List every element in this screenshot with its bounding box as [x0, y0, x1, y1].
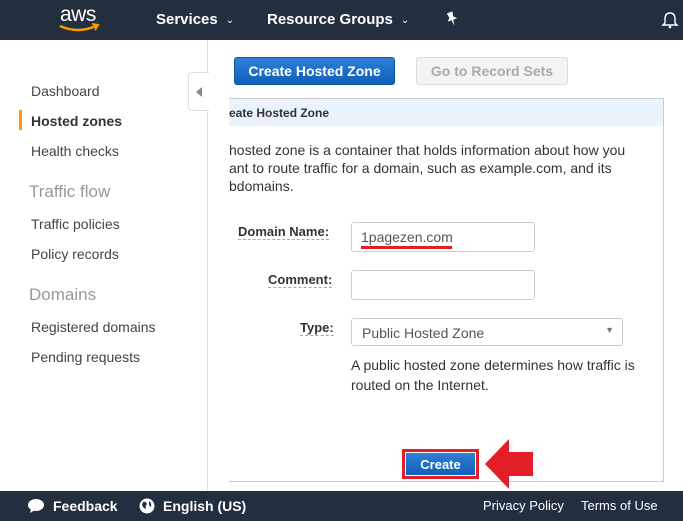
services-label: Services: [156, 11, 218, 28]
description-line: hosted zone is a container that holds in…: [229, 142, 626, 158]
sidebar-heading-domains: Domains: [29, 285, 97, 304]
type-label: Type:: [300, 320, 334, 336]
sidebar-item-traffic-policies[interactable]: Traffic policies: [31, 216, 120, 232]
footer: Feedback English (US) Privacy Policy Ter…: [0, 491, 683, 521]
go-to-record-sets-button: Go to Record Sets: [416, 57, 568, 85]
annotation-underline: [361, 246, 452, 249]
sidebar: [0, 40, 208, 491]
language-selector[interactable]: English (US): [139, 498, 246, 514]
collapse-sidebar-button[interactable]: [188, 72, 209, 111]
type-select[interactable]: Public Hosted Zone ▼: [351, 318, 623, 346]
create-hosted-zone-button[interactable]: Create Hosted Zone: [234, 57, 395, 85]
type-help-text: A public hosted zone determines how traf…: [351, 357, 635, 393]
terms-of-use-link[interactable]: Terms of Use: [581, 498, 658, 513]
language-label: English (US): [163, 498, 247, 514]
dropdown-caret-icon: ▼: [605, 325, 614, 335]
description-line: bdomains.: [229, 178, 294, 194]
sidebar-item-pending-requests[interactable]: Pending requests: [31, 349, 140, 365]
feedback-link[interactable]: Feedback: [27, 498, 118, 514]
type-select-value: Public Hosted Zone: [362, 325, 485, 341]
services-menu[interactable]: Services ⌄: [156, 11, 234, 28]
speech-bubble-icon: [28, 499, 44, 513]
sidebar-item-policy-records[interactable]: Policy records: [31, 246, 119, 262]
top-navigation-bar: aws Services ⌄ Resource Groups ⌄: [0, 0, 683, 40]
sidebar-heading-traffic-flow: Traffic flow: [29, 182, 111, 201]
chevron-down-icon: ⌄: [225, 15, 235, 26]
resource-groups-menu[interactable]: Resource Groups ⌄: [267, 11, 409, 28]
create-button[interactable]: Create: [402, 449, 479, 479]
aws-smile-icon: [59, 23, 100, 32]
comment-label: Comment:: [268, 272, 333, 288]
domain-name-label: Domain Name:: [238, 224, 330, 240]
sidebar-item-health-checks[interactable]: Health checks: [31, 143, 119, 159]
pin-icon[interactable]: [445, 11, 459, 32]
globe-icon: [139, 498, 155, 514]
resource-groups-label: Resource Groups: [267, 11, 393, 28]
sidebar-item-hosted-zones[interactable]: Hosted zones: [31, 113, 122, 129]
description-line: ant to route traffic for a domain, such …: [229, 160, 612, 176]
aws-logo[interactable]: aws: [58, 3, 102, 35]
create-button-label: Create: [406, 453, 475, 475]
bell-icon[interactable]: [661, 11, 679, 34]
privacy-policy-link[interactable]: Privacy Policy: [483, 498, 564, 513]
sidebar-item-registered-domains[interactable]: Registered domains: [31, 319, 156, 335]
feedback-label: Feedback: [53, 498, 118, 514]
panel-description: hosted zone is a container that holds in…: [229, 141, 649, 195]
comment-input[interactable]: [351, 270, 535, 300]
sidebar-item-dashboard[interactable]: Dashboard: [31, 83, 100, 99]
chevron-down-icon: ⌄: [400, 15, 410, 26]
active-indicator: [19, 110, 22, 130]
panel-header: eate Hosted Zone: [229, 99, 663, 126]
annotation-arrow-icon: [485, 439, 533, 489]
caret-left-icon: [196, 87, 202, 97]
panel-title: eate Hosted Zone: [229, 106, 330, 120]
